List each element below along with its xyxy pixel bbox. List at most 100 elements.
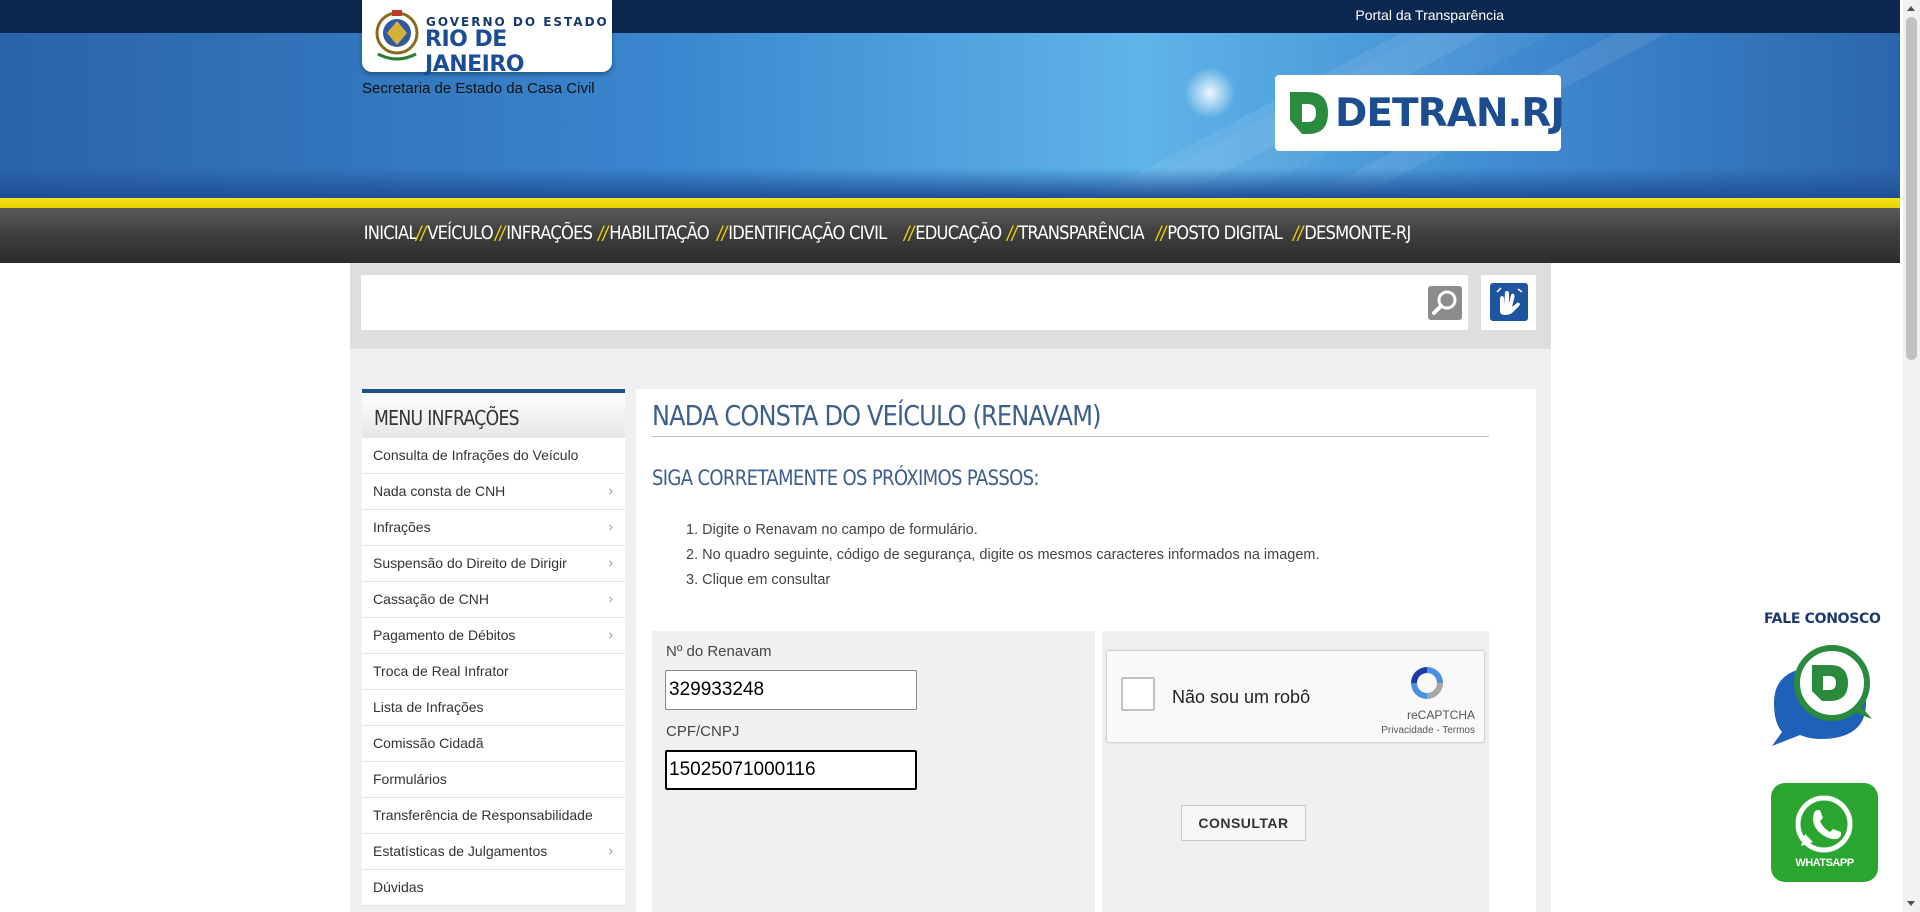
nav-label: INICIAL — [363, 222, 418, 244]
chevron-right-icon: › — [608, 555, 613, 570]
sidebar-item-label: Cassação de CNH — [373, 591, 489, 607]
cpf-cnpj-input[interactable] — [665, 750, 917, 790]
recaptcha-label: Não sou um robô — [1172, 687, 1311, 707]
sidebar-item-troca-real-infrator[interactable]: Troca de Real Infrator — [362, 654, 625, 690]
nav-separator: // — [494, 222, 505, 244]
nav-item-posto-digital[interactable]: //POSTO DIGITAL — [1156, 222, 1283, 244]
sidebar-item-comissao-cidada[interactable]: Comissão Cidadã — [362, 726, 625, 762]
nav-separator: // — [1292, 222, 1303, 244]
vlibras-button[interactable] — [1490, 283, 1528, 321]
search-input[interactable] — [361, 275, 1468, 330]
renavam-label: Nº do Renavam — [666, 643, 772, 660]
fale-conosco-widget[interactable]: FALE CONOSCO — [1760, 605, 1890, 750]
steps-heading: SIGA CORRETAMENTE OS PRÓXIMOS PASSOS: — [652, 466, 1040, 490]
consultar-button[interactable]: CONSULTAR — [1181, 805, 1306, 841]
nav-separator: // — [903, 222, 914, 244]
banner-shade — [0, 168, 1900, 198]
sidebar-menu: MENU INFRAÇÕES Consulta de Infrações do … — [362, 389, 625, 906]
scrollbar-thumb[interactable] — [1906, 17, 1917, 360]
nav-item-habilitacao[interactable]: //HABILITAÇÃO — [597, 222, 710, 244]
sidebar-item-label: Pagamento de Débitos — [373, 627, 516, 643]
nav-item-desmonte-rj[interactable]: //DESMONTE-RJ — [1293, 222, 1411, 244]
search-icon — [1432, 290, 1457, 315]
page: { "header": { "portal_link": "Portal da … — [0, 0, 1920, 912]
nav-label: IDENTIFICAÇÃO CIVIL — [728, 222, 887, 244]
sidebar-item-lista-infracoes[interactable]: Lista de Infrações — [362, 690, 625, 726]
main-nav-list: INICIAL //VEÍCULO //INFRAÇÕES //HABILITA… — [362, 222, 1420, 244]
rj-seal-icon — [375, 10, 419, 61]
nav-label: TRANSPARÊNCIA — [1018, 222, 1144, 244]
steps-list: 1. Digite o Renavam no campo de formulár… — [686, 522, 1320, 597]
nav-separator: // — [1156, 222, 1166, 244]
vehicle-form: Nº do Renavam CPF/CNPJ — [652, 631, 1095, 912]
chat-bubble-icon — [1772, 645, 1872, 746]
governo-rj-logo[interactable]: GOVERNO DO ESTADO RIO DE JANEIRO — [362, 0, 612, 77]
sidebar-item-label: Comissão Cidadã — [373, 735, 484, 751]
yellow-stripe — [0, 198, 1900, 208]
recaptcha-checkbox[interactable] — [1121, 677, 1155, 711]
sidebar-item-transferencia[interactable]: Transferência de Responsabilidade — [362, 798, 625, 834]
sidebar-item-label: Lista de Infrações — [373, 699, 484, 715]
sidebar-item-formularios[interactable]: Formulários — [362, 762, 625, 798]
sidebar-item-infracoes[interactable]: Infrações › — [362, 510, 625, 546]
chevron-right-icon: › — [608, 519, 613, 534]
nav-item-identificacao-civil[interactable]: //IDENTIFICAÇÃO CIVIL — [716, 222, 887, 244]
nav-item-educacao[interactable]: //EDUCAÇÃO — [903, 222, 1002, 244]
sidebar-item-cassacao-cnh[interactable]: Cassação de CNH › — [362, 582, 625, 618]
page-scrollbar[interactable] — [1903, 0, 1920, 912]
portal-transparencia-link[interactable]: Portal da Transparência — [1355, 7, 1504, 23]
sign-language-icon — [1496, 287, 1523, 315]
step-item: 3. Clique em consultar — [686, 572, 831, 588]
step-item: 2. No quadro seguinte, código de seguran… — [686, 547, 1320, 563]
whatsapp-button[interactable]: WHATSAPP — [1771, 783, 1878, 882]
scroll-up-icon[interactable] — [1907, 6, 1915, 11]
sidebar-item-label: Transferência de Responsabilidade — [373, 807, 593, 823]
header-banner — [0, 33, 1900, 198]
cpf-cnpj-label: CPF/CNPJ — [666, 723, 740, 740]
nav-item-veiculo[interactable]: //VEÍCULO — [416, 222, 494, 244]
sidebar-item-consulta-infracoes[interactable]: Consulta de Infrações do Veículo — [362, 438, 625, 474]
recaptcha-widget: Não sou um robô reCAPTCHA Privacidade - … — [1106, 650, 1485, 743]
nav-item-infracoes[interactable]: //INFRAÇÕES — [494, 222, 593, 244]
nav-label: DESMONTE-RJ — [1304, 222, 1411, 244]
sidebar-item-estatisticas[interactable]: Estatísticas de Julgamentos › — [362, 834, 625, 870]
recaptcha-terms-link[interactable]: Privacidade - Termos — [1107, 725, 1475, 736]
recaptcha-icon — [1411, 667, 1443, 699]
scroll-down-icon[interactable] — [1907, 901, 1915, 906]
nav-label: INFRAÇÕES — [506, 222, 593, 244]
sidebar-item-label: Consulta de Infrações do Veículo — [373, 447, 579, 463]
gov-logo-line2: RIO DE JANEIRO — [425, 27, 524, 77]
page-title: NADA CONSTA DO VEÍCULO (RENAVAM) — [652, 399, 1102, 432]
search-button[interactable] — [1428, 286, 1462, 320]
step-item: 1. Digite o Renavam no campo de formulár… — [686, 522, 978, 538]
renavam-input[interactable] — [665, 670, 917, 710]
sidebar-item-duvidas[interactable]: Dúvidas — [362, 870, 625, 906]
nav-label: HABILITAÇÃO — [609, 222, 709, 244]
sidebar-item-nada-consta-cnh[interactable]: Nada consta de CNH › — [362, 474, 625, 510]
sidebar-item-label: Suspensão do Direito de Dirigir — [373, 555, 567, 571]
detran-rj-logo[interactable]: DETRAN.RJ — [1275, 75, 1565, 151]
banner-glow — [1180, 63, 1240, 123]
title-divider — [652, 436, 1489, 437]
chevron-right-icon: › — [608, 627, 613, 642]
sidebar-item-label: Dúvidas — [373, 879, 424, 895]
nav-separator: // — [716, 222, 727, 244]
nav-label: POSTO DIGITAL — [1167, 222, 1283, 244]
nav-separator: // — [597, 222, 608, 244]
nav-label: EDUCAÇÃO — [915, 222, 1002, 244]
sidebar-item-suspensao[interactable]: Suspensão do Direito de Dirigir › — [362, 546, 625, 582]
chevron-right-icon: › — [608, 843, 613, 858]
sidebar-item-label: Formulários — [373, 771, 447, 787]
nav-item-transparencia[interactable]: //TRANSPARÊNCIA — [1007, 222, 1145, 244]
sidebar-title: MENU INFRAÇÕES — [374, 406, 520, 430]
chevron-right-icon: › — [608, 591, 613, 606]
captcha-panel: Não sou um robô reCAPTCHA Privacidade - … — [1102, 631, 1489, 912]
sidebar-item-pagamento-debitos[interactable]: Pagamento de Débitos › — [362, 618, 625, 654]
nav-separator: // — [1007, 222, 1017, 244]
secretaria-label: Secretaria de Estado da Casa Civil — [362, 80, 595, 97]
detran-d-icon — [1290, 92, 1328, 134]
sidebar-item-label: Estatísticas de Julgamentos — [373, 843, 548, 859]
sidebar-item-label: Nada consta de CNH — [373, 483, 506, 499]
nav-item-inicial[interactable]: INICIAL — [362, 222, 418, 244]
sidebar-header: MENU INFRAÇÕES — [362, 389, 625, 438]
